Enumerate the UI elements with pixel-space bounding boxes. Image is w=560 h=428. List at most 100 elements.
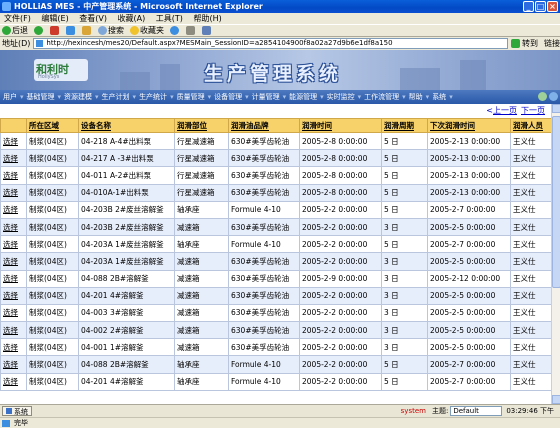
next-page-link[interactable]: 下一页	[521, 106, 545, 115]
cell-lube-person: 王义仕	[510, 303, 551, 323]
menu-help[interactable]: 帮助(H)	[189, 14, 225, 23]
table-row[interactable]: 选择 制浆(04区) 04-203A 1#废丝溶解釜 减速箱 630#美孚齿轮油 2005…	[0, 252, 551, 271]
cell-lube-time: 2005-2-2 0:00:00	[299, 303, 382, 323]
go-button[interactable]: 转到	[511, 38, 538, 49]
close-button[interactable]: ×	[547, 1, 558, 12]
header-lube-time[interactable]: 润滑时间	[299, 118, 382, 133]
theme-label: 主题:	[431, 407, 449, 415]
select-link[interactable]: 选择	[0, 200, 27, 219]
nav-basic-management[interactable]: 基础管理	[24, 92, 58, 102]
select-link[interactable]: 选择	[0, 131, 27, 151]
vertical-scrollbar[interactable]	[551, 104, 560, 404]
refresh-button[interactable]	[66, 26, 75, 35]
menu-edit[interactable]: 编辑(E)	[37, 14, 72, 23]
select-link[interactable]: 选择	[0, 355, 27, 374]
scroll-up-button[interactable]	[552, 104, 560, 113]
nav-help[interactable]: 帮助	[406, 92, 426, 102]
table-row[interactable]: 选择 制浆(04区) 04-002 2#溶解釜 减速箱 630#美孚齿轮油 2005-2-…	[0, 321, 551, 340]
table-row[interactable]: 选择 制浆(04区) 04-011 A-2#出料泵 行星减速箱 630#美孚齿轮油 200…	[0, 166, 551, 185]
history-button[interactable]	[170, 26, 179, 35]
home-button[interactable]	[82, 26, 91, 35]
select-link[interactable]: 选择	[0, 217, 27, 237]
header-next-lube-time[interactable]: 下次润滑时间	[427, 118, 511, 133]
favorites-button[interactable]: 收藏夹	[130, 25, 164, 36]
nav-production-stats[interactable]: 生产统计	[136, 92, 170, 102]
menu-tools[interactable]: 工具(T)	[152, 14, 187, 23]
table-row[interactable]: 选择 制浆(04区) 04-218 A-4#出料泵 行星减速箱 630#美孚齿轮油 200…	[0, 131, 551, 151]
system-menu-button[interactable]: 系统	[2, 406, 32, 416]
table-row[interactable]: 选择 制浆(04区) 04-003 3#溶解釜 减速箱 630#美孚齿轮油 2005-2-…	[0, 303, 551, 323]
minimize-button[interactable]: _	[523, 1, 534, 12]
nav-metering[interactable]: 计量管理	[249, 92, 283, 102]
cell-lube-person: 王义仕	[510, 286, 551, 305]
header-lube-cycle[interactable]: 润滑周期	[381, 118, 428, 133]
header-lube-part[interactable]: 润滑部位	[174, 118, 229, 133]
scroll-thumb[interactable]	[552, 116, 560, 288]
nav-realtime-monitor[interactable]: 实时监控	[324, 92, 358, 102]
select-link[interactable]: 选择	[0, 286, 27, 305]
table-row[interactable]: 选择 制浆(04区) 04-001 1#溶解釜 减速箱 630#美孚齿轮油 2005-2-…	[0, 338, 551, 357]
select-link[interactable]: 选择	[0, 252, 27, 271]
prev-page-link[interactable]: 上一页	[493, 106, 517, 115]
select-link[interactable]: 选择	[0, 269, 27, 288]
select-link[interactable]: 选择	[0, 338, 27, 357]
header-equipment[interactable]: 设备名称	[78, 118, 175, 133]
cell-oil-brand: 630#美孚齿轮油	[228, 338, 300, 357]
table-row[interactable]: 选择 制浆(04区) 04-088 2B#溶解釜 减速箱 630#美孚齿轮油 2005-2…	[0, 269, 551, 288]
table-row[interactable]: 选择 制浆(04区) 04-201 4#溶解釜 轴承座 Formule 4-10 2005…	[0, 372, 551, 391]
nav-production-plan[interactable]: 生产计划	[99, 92, 133, 102]
links-button[interactable]: 链接	[544, 38, 560, 49]
select-link[interactable]: 选择	[0, 166, 27, 185]
select-link[interactable]: 选择	[0, 235, 27, 254]
nav-equipment[interactable]: 设备管理	[211, 92, 245, 102]
cell-next-lube-time: 2005-2-13 0:00:00	[427, 166, 511, 185]
select-link[interactable]: 选择	[0, 372, 27, 391]
scroll-down-button[interactable]	[552, 395, 560, 404]
table-row[interactable]: 选择 制浆(04区) 04-088 2B#溶解釜 轴承座 Formule 4-10 200…	[0, 355, 551, 374]
table-row[interactable]: 选择 制浆(04区) 04-203B 2#废丝溶解釜 轴承座 Formule 4-10 2…	[0, 200, 551, 219]
cell-oil-brand: 630#美孚齿轮油	[228, 321, 300, 340]
nav-system[interactable]: 系统	[429, 92, 449, 102]
cell-lube-time: 2005-2-2 0:00:00	[299, 321, 382, 340]
nav-user[interactable]: 用户	[0, 92, 20, 102]
search-button[interactable]: 搜索	[98, 25, 124, 36]
back-button[interactable]: 后退	[2, 25, 28, 36]
table-row[interactable]: 选择 制浆(04区) 04-217 A -3#出料泵 行星减速箱 630#美孚齿轮油 20…	[0, 149, 551, 168]
cell-next-lube-time: 2005-2-7 0:00:00	[427, 235, 511, 254]
table-row[interactable]: 选择 制浆(04区) 04-010A-1#出料泵 行星减速箱 630#美孚齿轮油 2005…	[0, 183, 551, 202]
select-link[interactable]: 选择	[0, 149, 27, 168]
nav-resource-modeling[interactable]: 资源建模	[61, 92, 95, 102]
menu-favorites[interactable]: 收藏(A)	[114, 14, 150, 23]
cell-lube-cycle: 3 日	[381, 321, 428, 340]
refresh-icon[interactable]	[538, 92, 547, 101]
menu-view[interactable]: 查看(V)	[75, 14, 111, 23]
table-row[interactable]: 选择 制浆(04区) 04-201 4#溶解釜 减速箱 630#美孚齿轮油 2005-2-…	[0, 286, 551, 305]
stop-button[interactable]	[50, 26, 59, 35]
nav-quality[interactable]: 质量管理	[174, 92, 208, 102]
select-link[interactable]: 选择	[0, 183, 27, 202]
menu-file[interactable]: 文件(F)	[0, 14, 35, 23]
select-link[interactable]: 选择	[0, 321, 27, 340]
cell-lube-part: 轴承座	[174, 200, 229, 219]
layout-icon[interactable]	[549, 92, 558, 101]
select-link[interactable]: 选择	[0, 303, 27, 323]
maximize-button[interactable]: □	[535, 1, 546, 12]
header-lube-person[interactable]: 润滑人员	[510, 118, 551, 133]
cell-lube-cycle: 3 日	[381, 269, 428, 288]
print-button[interactable]	[202, 26, 211, 35]
table-row[interactable]: 选择 制浆(04区) 04-203A 1#废丝溶解釜 轴承座 Formule 4-10 2…	[0, 235, 551, 254]
header-oil-brand[interactable]: 润滑油品牌	[228, 118, 300, 133]
header-area[interactable]: 所在区域	[26, 118, 79, 133]
nav-energy[interactable]: 能源管理	[286, 92, 320, 102]
address-input[interactable]: http://hexincesh/mes20/Default.aspx?MESM…	[33, 38, 508, 49]
cell-lube-part: 减速箱	[174, 217, 229, 237]
address-label: 地址(D)	[2, 39, 31, 48]
mail-button[interactable]	[186, 26, 195, 35]
table-row[interactable]: 选择 制浆(04区) 04-203B 2#废丝溶解釜 减速箱 630#美孚齿轮油 2005…	[0, 217, 551, 237]
cell-lube-part: 减速箱	[174, 321, 229, 340]
theme-select[interactable]: Default	[450, 406, 503, 416]
star-icon	[130, 26, 139, 35]
nav-workflow[interactable]: 工作流管理	[361, 92, 402, 102]
page-done-icon	[2, 420, 10, 427]
forward-button[interactable]	[34, 26, 43, 35]
